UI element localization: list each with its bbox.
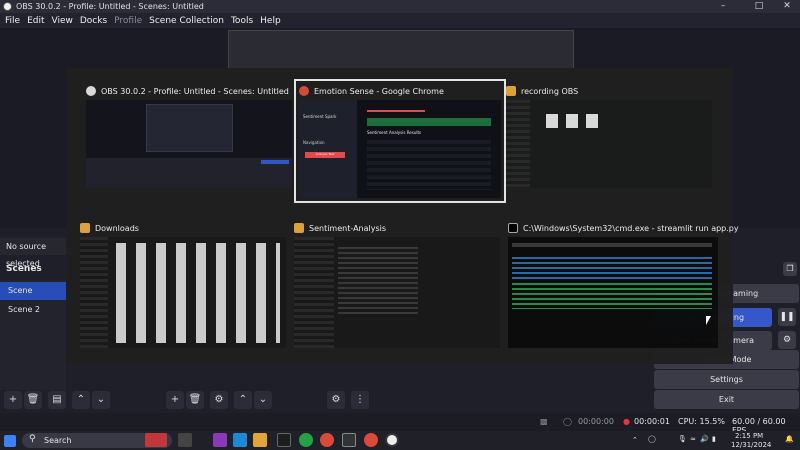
obs-logo-icon xyxy=(3,2,12,11)
chrome-icon xyxy=(299,86,309,96)
battery-icon[interactable]: ▮ xyxy=(712,435,716,443)
obs-taskbar-icon[interactable] xyxy=(385,433,399,447)
pause-icon[interactable]: ❚❚ xyxy=(778,308,796,326)
source-up-icon[interactable]: ⌃ xyxy=(234,391,252,409)
task-switcher-overlay: OBS 30.0.2 - Profile: Untitled - Scenes:… xyxy=(66,68,739,364)
menu-scene-collection[interactable]: Scene Collection xyxy=(149,16,224,26)
obs-icon xyxy=(86,86,96,96)
stream-time: 00:00:00 xyxy=(578,417,614,426)
folder-icon xyxy=(506,86,516,96)
menu-help[interactable]: Help xyxy=(260,16,281,26)
window-caption: Emotion Sense - Google Chrome xyxy=(314,86,444,96)
switcher-window-obs[interactable]: OBS 30.0.2 - Profile: Untitled - Scenes:… xyxy=(86,84,292,188)
minimize-icon[interactable]: – xyxy=(708,0,738,13)
scenes-header: Scenes xyxy=(6,264,42,274)
window-caption: OBS 30.0.2 - Profile: Untitled - Scenes:… xyxy=(101,86,289,96)
mouse-cursor-icon xyxy=(706,316,711,325)
scene-filters-icon[interactable]: ▤ xyxy=(48,391,66,409)
title-bar: OBS 30.0.2 - Profile: Untitled - Scenes:… xyxy=(0,0,800,13)
exit-button[interactable]: Exit xyxy=(654,390,799,409)
notification-icon[interactable]: 🔔 xyxy=(785,435,794,443)
remove-scene-icon[interactable]: 🗑 xyxy=(24,391,42,409)
dock-undock-icon[interactable]: ❐ xyxy=(783,262,797,276)
task-view-icon[interactable] xyxy=(178,433,192,447)
tray-chevron-icon[interactable]: ⌃ xyxy=(632,436,638,444)
edge-icon[interactable] xyxy=(233,433,247,447)
settings-button[interactable]: Settings xyxy=(654,370,799,389)
menu-edit[interactable]: Edit xyxy=(27,16,44,26)
move-up-icon[interactable]: ⌃ xyxy=(72,391,90,409)
stream-status-icon: ◯ xyxy=(563,417,572,426)
switcher-window-chrome[interactable]: Emotion Sense - Google Chrome Sentiment … xyxy=(294,79,506,203)
window-caption: Downloads xyxy=(95,223,139,233)
close-icon[interactable]: ✕ xyxy=(772,0,800,13)
window-thumbnail xyxy=(294,237,500,348)
preview-capture xyxy=(228,30,574,70)
switcher-window-sentiment[interactable]: Sentiment-Analysis xyxy=(294,221,500,348)
add-source-icon[interactable]: + xyxy=(166,391,184,409)
volume-icon[interactable]: 🔊 xyxy=(700,435,709,443)
chrome-nav-label: Navigation xyxy=(303,140,325,145)
windows-start-icon[interactable] xyxy=(4,435,16,447)
store-icon[interactable] xyxy=(277,433,291,447)
audio-menu-icon[interactable]: ⋮ xyxy=(351,391,369,409)
cmd-icon xyxy=(508,223,518,233)
source-down-icon[interactable]: ⌄ xyxy=(254,391,272,409)
terminal-icon[interactable] xyxy=(342,433,356,447)
folder-icon xyxy=(294,223,304,233)
menu-docks[interactable]: Docks xyxy=(80,16,107,26)
chrome-sidebar-title: Sentiment Spark xyxy=(303,114,337,119)
window-thumbnail xyxy=(506,100,712,188)
chrome-results-title: Sentiment Analysis Results xyxy=(367,130,422,135)
search-highlight-icon xyxy=(145,433,167,447)
network-icon: ▩ xyxy=(540,417,548,426)
copilot-icon[interactable] xyxy=(213,433,227,447)
scene-item[interactable]: Scene 2 xyxy=(0,301,66,319)
window-thumbnail: Sentiment Spark Navigation Analyze Text … xyxy=(299,100,501,198)
obs-tray-icon[interactable]: ◯ xyxy=(648,435,656,443)
whatsapp-icon[interactable] xyxy=(299,433,313,447)
switcher-window-downloads[interactable]: Downloads xyxy=(80,221,286,348)
scene-item[interactable]: Scene xyxy=(0,282,66,300)
file-explorer-icon[interactable] xyxy=(253,433,267,447)
recording-time: 00:00:01 xyxy=(634,417,670,426)
menu-view[interactable]: View xyxy=(52,16,73,26)
window-thumbnail xyxy=(86,100,292,188)
chrome-analyze-button: Analyze Text xyxy=(305,152,345,158)
cpu-usage: CPU: 15.5% xyxy=(678,417,725,426)
audio-advanced-icon[interactable]: ⚙ xyxy=(327,391,345,409)
gear-icon[interactable]: ⚙ xyxy=(778,331,796,349)
window-thumbnail xyxy=(508,237,718,348)
add-scene-icon[interactable]: + xyxy=(4,391,22,409)
chrome-taskbar-icon[interactable] xyxy=(320,433,334,447)
switcher-window-cmd[interactable]: C:\Windows\System32\cmd.exe - streamlit … xyxy=(508,221,739,348)
source-properties-icon[interactable]: ⚙ xyxy=(210,391,228,409)
search-icon: ⚲ xyxy=(29,434,36,444)
wifi-icon[interactable]: ≈ xyxy=(690,435,696,443)
window-caption: recording OBS xyxy=(521,86,579,96)
mic-icon[interactable]: 🎙 xyxy=(678,435,687,443)
window-title: OBS 30.0.2 - Profile: Untitled - Scenes:… xyxy=(16,2,204,11)
taskbar-time[interactable]: 2:15 PM xyxy=(735,432,763,440)
chrome-taskbar-icon-2[interactable] xyxy=(364,433,378,447)
window-caption: C:\Windows\System32\cmd.exe - streamlit … xyxy=(523,223,739,233)
remove-source-icon[interactable]: 🗑 xyxy=(186,391,204,409)
menu-tools[interactable]: Tools xyxy=(231,16,253,26)
switcher-window-recording[interactable]: recording OBS xyxy=(506,84,712,188)
menu-bar: File Edit View Docks Profile Scene Colle… xyxy=(0,13,800,28)
no-source-label: No source selected xyxy=(0,238,70,268)
window-caption: Sentiment-Analysis xyxy=(309,223,387,233)
menu-profile[interactable]: Profile xyxy=(114,16,142,26)
folder-icon xyxy=(80,223,90,233)
menu-file[interactable]: File xyxy=(5,16,20,26)
taskbar-date[interactable]: 12/31/2024 xyxy=(731,441,771,449)
recording-indicator-icon: ● xyxy=(623,417,630,426)
status-bar: ▩ ◯ 00:00:00 ● 00:00:01 CPU: 15.5% 60.00… xyxy=(0,413,800,435)
window-thumbnail xyxy=(80,237,286,348)
maximize-icon[interactable]: □ xyxy=(744,0,774,13)
move-down-icon[interactable]: ⌄ xyxy=(92,391,110,409)
